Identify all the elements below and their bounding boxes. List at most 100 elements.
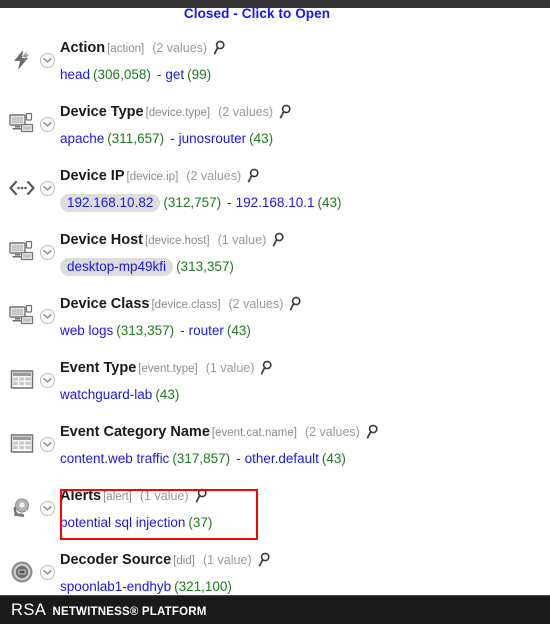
- meta-key-value-count: (1 value): [217, 233, 267, 247]
- search-icon[interactable]: [247, 168, 260, 188]
- search-icon[interactable]: [272, 232, 285, 252]
- value-separator: -: [170, 131, 175, 146]
- meta-key-row[interactable]: Decoder Source [did] (1 value) spoonlab1-en…: [0, 545, 550, 595]
- meta-key-header: Alerts [alert] (1 value): [60, 487, 544, 507]
- meta-value-line: spoonlab1-endhyb (321,100): [60, 578, 544, 595]
- meta-key-raw-name: [event.type]: [138, 363, 198, 375]
- meta-key-raw-name: [action]: [107, 43, 145, 55]
- meta-key-body: Device Class [device.class] (2 values) web …: [60, 295, 544, 340]
- chevron-down-icon[interactable]: [37, 370, 57, 390]
- meta-key-value-count: (2 values): [218, 105, 274, 119]
- meta-key-value-count: (1 value): [202, 553, 252, 567]
- meta-key-row[interactable]: Event Category Name [event.cat.name] (2 va…: [0, 417, 550, 481]
- meta-value-count: (313,357): [116, 323, 175, 338]
- rsa-netwitness-logo: RSA NETWITNESS® PLATFORM: [11, 601, 207, 620]
- meta-key-row[interactable]: Action [action] (2 values) head (306,058) - ge…: [0, 33, 550, 97]
- search-icon[interactable]: [366, 424, 379, 444]
- chevron-down-icon[interactable]: [37, 498, 57, 518]
- search-icon[interactable]: [289, 296, 302, 316]
- meta-value-label[interactable]: 192.168.10.82: [60, 194, 161, 212]
- meta-value-label[interactable]: desktop-mp49kfi: [60, 258, 174, 276]
- meta-key-raw-name: [device.ip]: [126, 171, 179, 183]
- meta-value-line: 192.168.10.82 (312,757) -192.168.10.1 (43): [60, 194, 544, 212]
- meta-key-name[interactable]: Event Type: [60, 360, 136, 376]
- meta-value-label[interactable]: other.default: [245, 451, 319, 466]
- chevron-down-icon[interactable]: [37, 306, 57, 326]
- meta-value-label[interactable]: 192.168.10.1: [236, 195, 315, 210]
- value-separator: -: [236, 451, 241, 466]
- meta-key-body: Device Host [device.host] (1 value) desktop…: [60, 231, 544, 276]
- search-icon[interactable]: [279, 104, 292, 124]
- chevron-down-icon[interactable]: [37, 562, 57, 582]
- meta-key-name[interactable]: Alerts: [60, 488, 101, 504]
- meta-key-name[interactable]: Decoder Source: [60, 552, 171, 568]
- chevron-down-icon[interactable]: [37, 50, 57, 70]
- chevron-down-icon[interactable]: [37, 242, 57, 262]
- search-icon[interactable]: [213, 40, 226, 60]
- meta-key-name[interactable]: Event Category Name: [60, 424, 210, 440]
- meta-key-row[interactable]: Alerts [alert] (1 value) potential sql inje…: [0, 481, 550, 545]
- meta-key-header: Event Category Name [event.cat.name] (2 va…: [60, 423, 544, 443]
- closed-click-to-open-label[interactable]: Closed - Click to Open: [184, 6, 330, 21]
- meta-value-label[interactable]: watchguard-lab: [60, 387, 152, 402]
- meta-key-body: Action [action] (2 values) head (306,058) - ge…: [60, 39, 544, 84]
- meta-key-row[interactable]: Device IP [device.ip] (2 values) 192.168.10…: [0, 161, 550, 225]
- monitor-devices-icon: [7, 302, 37, 330]
- meta-key-header: Device Type [device.type] (2 values): [60, 103, 544, 123]
- meta-key-row[interactable]: Device Class [device.class] (2 values) web …: [0, 289, 550, 353]
- rsa-brand-label: RSA: [11, 600, 47, 619]
- meta-key-raw-name: [alert]: [103, 491, 132, 503]
- meta-key-header: Event Type [event.type] (1 value): [60, 359, 544, 379]
- meta-value-line: apache (311,657) - junosrouter (43): [60, 130, 544, 148]
- meta-key-raw-name: [device.class]: [151, 299, 221, 311]
- meta-key-raw-name: [did]: [173, 555, 195, 567]
- footer-bar: RSA NETWITNESS® PLATFORM: [0, 595, 550, 624]
- meta-value-label[interactable]: spoonlab1-endhyb: [60, 579, 171, 594]
- chevron-down-icon[interactable]: [37, 178, 57, 198]
- chevron-down-icon[interactable]: [37, 434, 57, 454]
- meta-value-label[interactable]: potential sql injection: [60, 515, 185, 530]
- value-separator: -: [180, 323, 185, 338]
- table-grid-icon: [7, 430, 37, 458]
- meta-key-list[interactable]: Action [action] (2 values) head (306,058) - ge…: [0, 33, 550, 595]
- meta-key-row[interactable]: Event Type [event.type] (1 value) watchguar…: [0, 353, 550, 417]
- meta-key-body: Event Category Name [event.cat.name] (2 va…: [60, 423, 544, 468]
- meta-key-name[interactable]: Device Class: [60, 296, 149, 312]
- meta-key-row[interactable]: Device Type [device.type] (2 values) apache…: [0, 97, 550, 161]
- monitor-devices-icon: [7, 238, 37, 266]
- meta-value-count: (37): [188, 515, 213, 530]
- meta-value-count: (306,058): [93, 67, 151, 82]
- search-icon[interactable]: [195, 488, 208, 508]
- search-icon[interactable]: [260, 360, 273, 380]
- value-separator: -: [227, 195, 232, 210]
- meta-key-body: Device Type [device.type] (2 values) apache…: [60, 103, 544, 148]
- meta-value-line: potential sql injection (37): [60, 514, 544, 532]
- meta-value-label[interactable]: router: [189, 323, 224, 338]
- meta-key-body: Event Type [event.type] (1 value) watchguar…: [60, 359, 544, 404]
- table-grid-icon: [7, 366, 37, 394]
- meta-key-body: Decoder Source [did] (1 value) spoonlab1-en…: [60, 551, 544, 595]
- meta-value-count: (313,357): [176, 259, 234, 274]
- ip-arrows-icon: [7, 174, 37, 202]
- meta-key-row[interactable]: Device Host [device.host] (1 value) desktop…: [0, 225, 550, 289]
- meta-key-name[interactable]: Device IP: [60, 168, 125, 184]
- meta-value-count: (43): [155, 387, 180, 402]
- meta-key-value-count: (1 value): [205, 361, 255, 375]
- meta-value-label[interactable]: junosrouter: [179, 131, 247, 146]
- meta-value-label[interactable]: content.web traffic: [60, 451, 169, 466]
- meta-value-label[interactable]: web logs: [60, 323, 113, 338]
- meta-key-header: Action [action] (2 values): [60, 39, 544, 59]
- meta-value-label[interactable]: apache: [60, 131, 104, 146]
- meta-value-label[interactable]: get: [165, 67, 184, 82]
- meta-value-count: (43): [249, 131, 274, 146]
- meta-key-value-count: (2 values): [304, 425, 360, 439]
- search-icon[interactable]: [258, 552, 271, 572]
- meta-key-name[interactable]: Device Host: [60, 232, 143, 248]
- meta-value-label[interactable]: head: [60, 67, 90, 82]
- meta-key-name[interactable]: Action: [60, 40, 105, 56]
- chevron-down-icon[interactable]: [37, 114, 57, 134]
- meta-key-name[interactable]: Device Type: [60, 104, 144, 120]
- value-separator: -: [156, 67, 162, 82]
- closed-click-to-open-banner[interactable]: Closed - Click to Open: [0, 5, 550, 23]
- meta-value-line: content.web traffic (317,857) - other.defau…: [60, 450, 544, 468]
